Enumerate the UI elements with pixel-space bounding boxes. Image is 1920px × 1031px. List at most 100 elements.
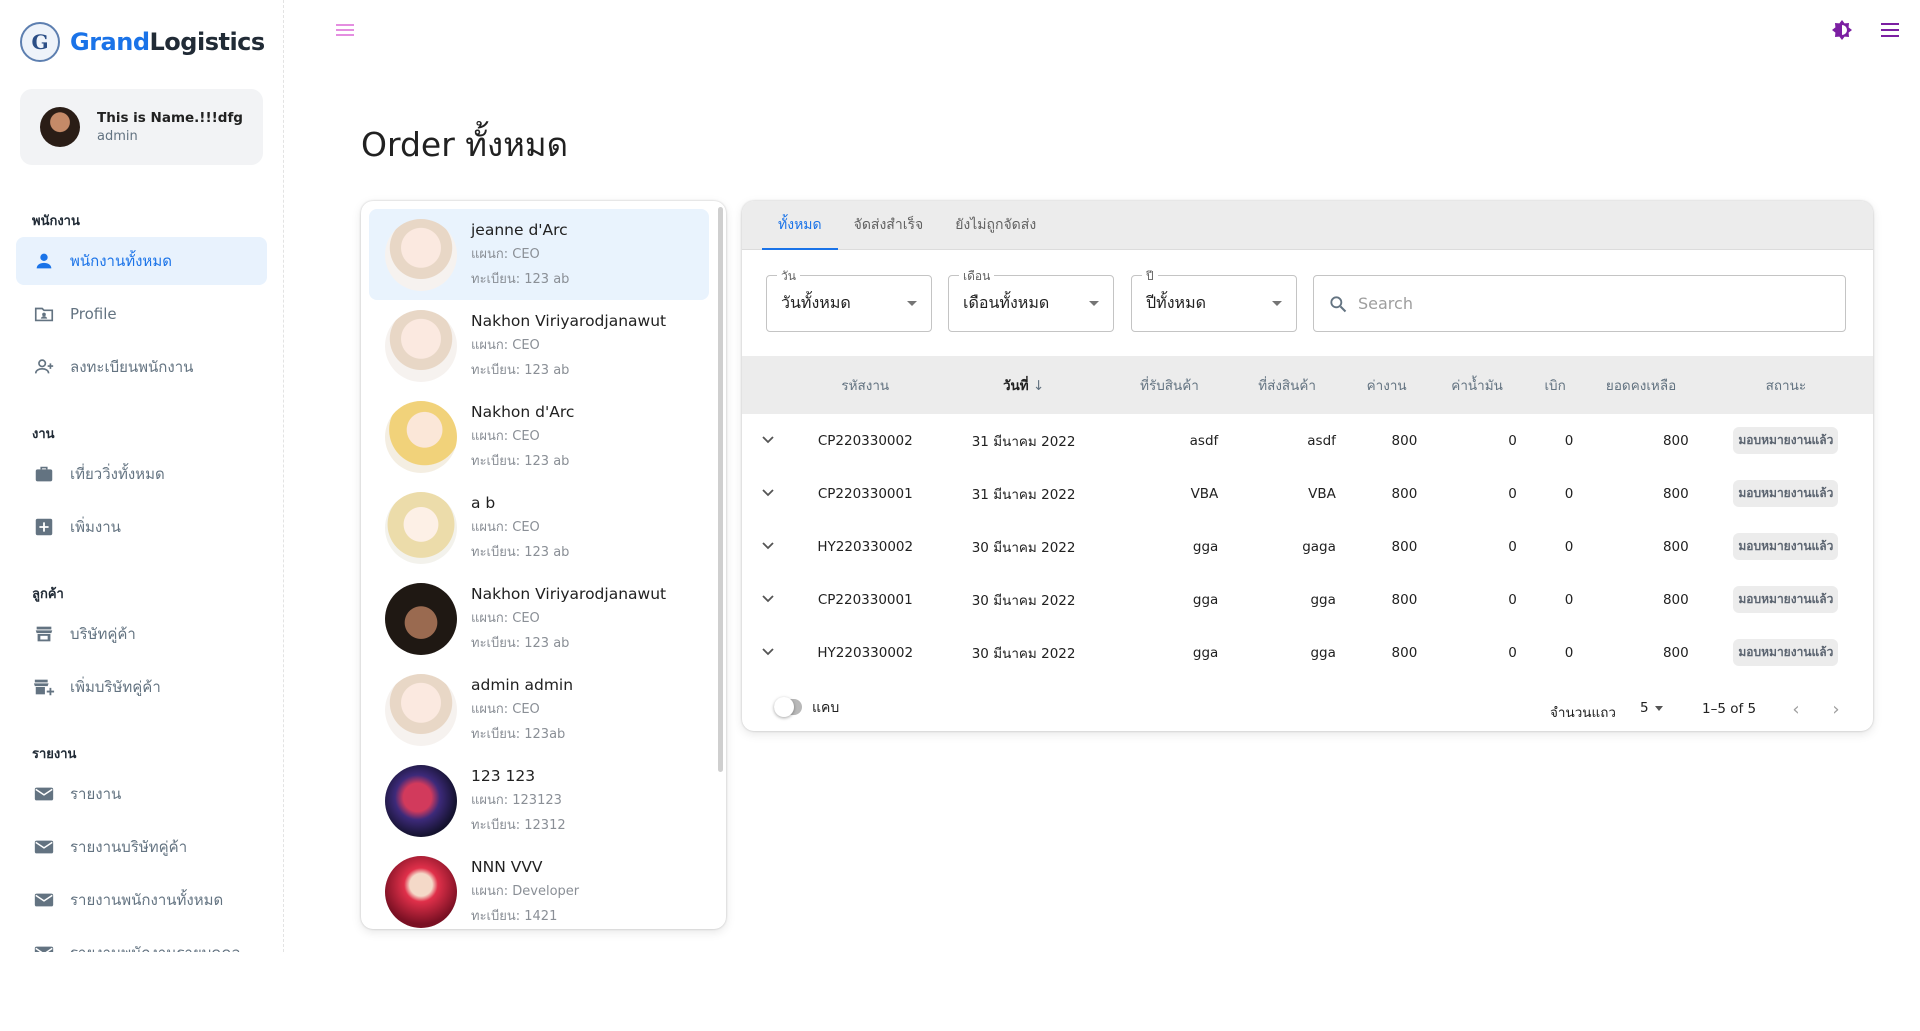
list-item[interactable]: Nakhon Viriyarodjanawut แผนก: CEO ทะเบียน:… (369, 573, 709, 664)
list-item[interactable]: Nakhon d'Arc แผนก: CEO ทะเบียน: 123 ab (369, 391, 709, 482)
search-icon (1330, 295, 1347, 312)
avatar (385, 309, 457, 382)
list-item[interactable]: 123 123 แผนก: 123123 ทะเบียน: 12312 (369, 755, 709, 846)
employee-dept: แผนก: CEO (471, 610, 540, 626)
chevron-down-icon (762, 541, 774, 549)
year-select[interactable]: ปี ปีทั้งหมด (1131, 267, 1297, 332)
header-date[interactable]: วันที่ ↓ (937, 356, 1111, 414)
nav-item-add-partner[interactable]: เพิ่มบริษัทคู่ค้า (16, 663, 267, 711)
orders-table: รหัสงาน วันที่ ↓ ที่รับสินค้า ที่ส่งสินค… (742, 356, 1873, 679)
table-row[interactable]: CP220330002 31 มีนาคม 2022 asdf asdf 800 0 0 80… (742, 414, 1873, 467)
dropdown-arrow-icon (907, 301, 917, 306)
chevron-down-icon (762, 488, 774, 496)
nav-item-partner-companies[interactable]: บริษัทคู่ค้า (16, 610, 267, 658)
status-badge: มอบหมายงานแล้ว (1733, 586, 1839, 613)
tab-delivered[interactable]: จัดส่งสำเร็จ (838, 201, 940, 250)
cell-fuel: 0 (1508, 432, 1517, 449)
cell-job-fee: 800 (1391, 644, 1418, 661)
header-pickup[interactable]: ที่รับสินค้า (1111, 356, 1229, 414)
header-job-id[interactable]: รหัสงาน (794, 356, 937, 414)
nav-item-add-work[interactable]: เพิ่มงาน (16, 503, 267, 551)
collapse-menu-button[interactable] (335, 22, 355, 42)
brand[interactable]: G GrandLogistics (20, 22, 265, 62)
list-item[interactable]: NNN VVV แผนก: Developer ทะเบียน: 1421 (369, 846, 709, 929)
tab-all[interactable]: ทั้งหมด (762, 201, 838, 250)
header-status[interactable]: สถานะ (1699, 356, 1873, 414)
nav-label: เพิ่มงาน (70, 518, 121, 536)
menu-button[interactable] (1880, 22, 1900, 42)
employee-name: NNN VVV (471, 857, 543, 876)
month-select[interactable]: เดือน เดือนทั้งหมด (948, 267, 1114, 332)
cell-job-id: CP220330001 (817, 485, 913, 502)
table-row[interactable]: HY220330002 30 มีนาคม 2022 gga gaga 800 0 0 800… (742, 520, 1873, 573)
brand-name: GrandLogistics (70, 28, 265, 56)
header-fuel[interactable]: ค่าน้ำมัน (1427, 356, 1527, 414)
cell-date: 31 มีนาคม 2022 (971, 433, 1076, 450)
search-input[interactable] (1358, 294, 1818, 313)
search-field[interactable] (1313, 275, 1846, 332)
nav-item-all-employee-reports[interactable]: รายงานพนักงานทั้งหมด (16, 876, 267, 924)
theme-toggle-button[interactable] (1830, 18, 1854, 46)
expand-row-button[interactable] (742, 520, 794, 573)
header-dropoff[interactable]: ที่ส่งสินค้า (1228, 356, 1346, 414)
year-select-label: ปี (1142, 267, 1158, 286)
sidebar: G GrandLogistics This is Name.!!!dfgsdfg… (0, 0, 284, 952)
nav-item-reports[interactable]: รายงาน (16, 770, 267, 818)
nav-item-all-employees[interactable]: พนักงานทั้งหมด (16, 237, 267, 285)
scrollbar[interactable] (718, 207, 723, 772)
nav-item-individual-employee-reports[interactable]: รายงานพนักงานรายบุคคล (16, 929, 267, 952)
dropdown-arrow-icon (1654, 705, 1663, 711)
rows-per-page-value: 5 (1640, 700, 1649, 716)
day-select-value: วันทั้งหมด (781, 293, 851, 312)
cell-job-fee: 800 (1391, 432, 1418, 449)
expand-row-button[interactable] (742, 414, 794, 467)
nav-item-profile[interactable]: Profile (16, 290, 267, 338)
table-row[interactable]: HY220330002 30 มีนาคม 2022 gga gga 800 0 0 800 ม… (742, 626, 1873, 679)
employee-dept: แผนก: CEO (471, 337, 540, 353)
cell-status: มอบหมายงานแล้ว (1699, 573, 1873, 626)
dense-toggle[interactable] (774, 697, 802, 717)
expand-row-button[interactable] (742, 467, 794, 520)
chevron-down-icon (762, 647, 774, 655)
nav-item-all-trips[interactable]: เที่ยววิ่งทั้งหมด (16, 450, 267, 498)
month-select-value: เดือนทั้งหมด (963, 293, 1050, 312)
page-title: Order ทั้งหมด (361, 125, 569, 164)
month-select-label: เดือน (959, 267, 995, 286)
list-item[interactable]: admin admin แผนก: CEO ทะเบียน: 123ab (369, 664, 709, 755)
mail-icon (32, 782, 56, 806)
table-row[interactable]: CP220330001 30 มีนาคม 2022 gga gga 800 0 0 800 ม… (742, 573, 1873, 626)
rows-per-page-label: จำนวนแถว (1550, 705, 1616, 721)
list-item[interactable]: a b แผนก: CEO ทะเบียน: 123 ab (369, 482, 709, 573)
cell-balance: 800 (1662, 538, 1689, 555)
rows-per-page-select[interactable]: 5 (1640, 700, 1663, 716)
cell-balance: 800 (1662, 591, 1689, 608)
employee-name: 123 123 (471, 766, 536, 785)
nav-item-register-employee[interactable]: ลงทะเบียนพนักงาน (16, 343, 267, 391)
brand-name-part2: Logistics (149, 28, 266, 56)
next-page-button[interactable]: › (1822, 695, 1850, 723)
nav-section-work: งาน (32, 427, 55, 442)
expand-row-button[interactable] (742, 573, 794, 626)
header-withdraw[interactable]: เบิก (1527, 356, 1584, 414)
employee-dept: แผนก: CEO (471, 701, 540, 717)
user-card[interactable]: This is Name.!!!dfgsdfg... admin (20, 89, 263, 165)
mail-icon (32, 941, 56, 952)
header-balance[interactable]: ยอดคงเหลือ (1583, 356, 1698, 414)
day-select[interactable]: วัน วันทั้งหมด (766, 267, 932, 332)
tab-not-delivered[interactable]: ยังไม่ถูกจัดส่ง (939, 201, 1052, 250)
employee-list-card: jeanne d'Arc แผนก: CEO ทะเบียน: 123 ab Nak… (361, 201, 726, 929)
expand-row-button[interactable] (742, 626, 794, 679)
list-item[interactable]: jeanne d'Arc แผนก: CEO ทะเบียน: 123 ab (369, 209, 709, 300)
status-badge: มอบหมายงานแล้ว (1733, 480, 1839, 507)
prev-page-button[interactable]: ‹ (1782, 695, 1810, 723)
status-badge: มอบหมายงานแล้ว (1733, 639, 1839, 666)
cell-withdraw: 0 (1564, 432, 1574, 449)
list-item[interactable]: Nakhon Viriyarodjanawut แผนก: CEO ทะเบียน:… (369, 300, 709, 391)
table-row[interactable]: CP220330001 31 มีนาคม 2022 VBA VBA 800 0 0 800 ม… (742, 467, 1873, 520)
store-icon (32, 622, 56, 646)
cell-pickup: gga (1192, 644, 1219, 661)
nav-item-partner-reports[interactable]: รายงานบริษัทคู่ค้า (16, 823, 267, 871)
nav-section-reports: รายงาน (32, 747, 77, 762)
cell-job-fee: 800 (1391, 485, 1418, 502)
header-job-fee[interactable]: ค่างาน (1346, 356, 1427, 414)
